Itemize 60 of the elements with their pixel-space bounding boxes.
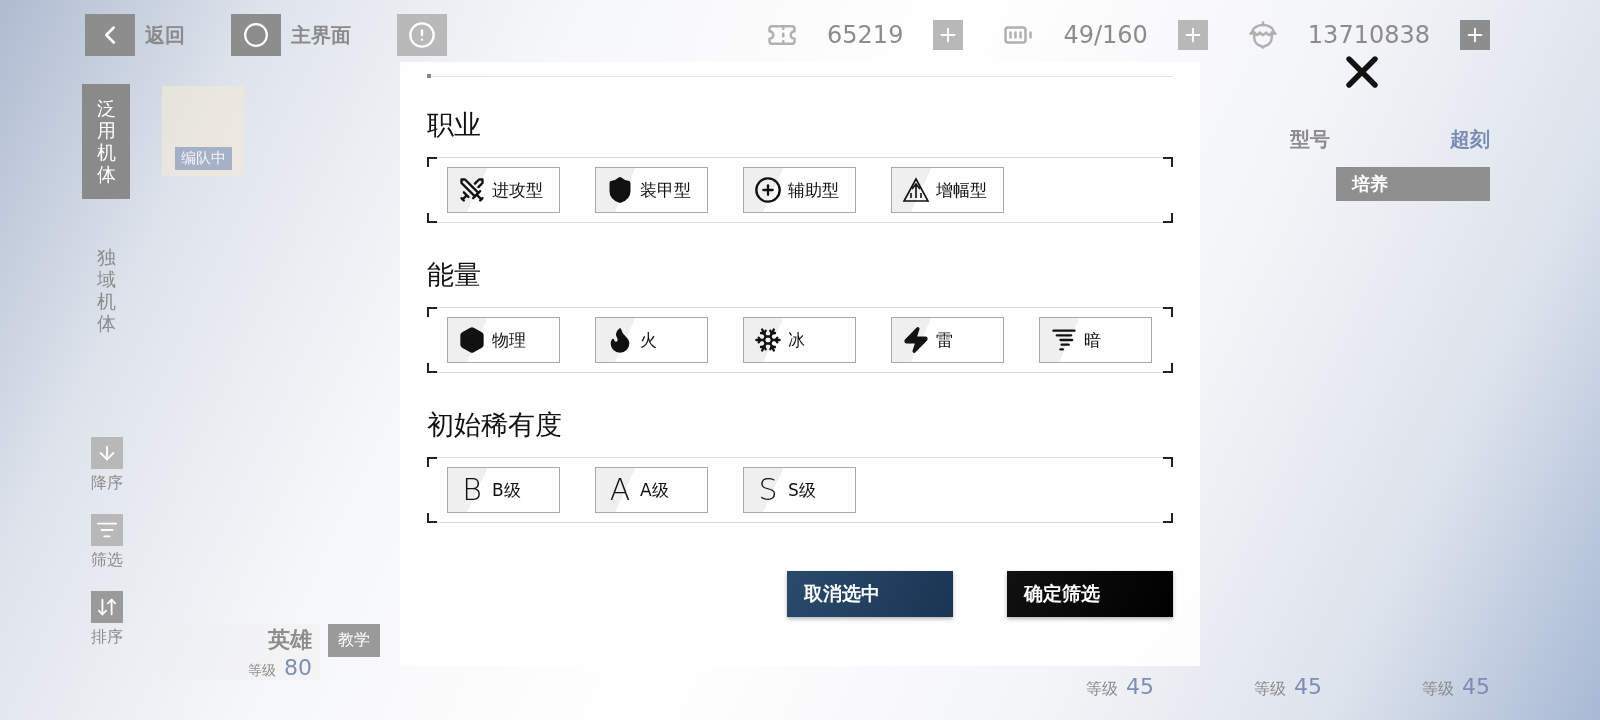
level-label: 等级 <box>1422 679 1454 700</box>
add-button[interactable] <box>1177 20 1208 50</box>
hexagon-icon <box>458 326 486 354</box>
snowflake-icon <box>754 326 782 354</box>
filter-option[interactable]: 物理 <box>447 317 560 363</box>
hero-name: 英雄 <box>268 625 312 654</box>
corner-bracket <box>427 307 437 317</box>
sword-icon <box>458 176 486 204</box>
filter-option[interactable]: 辅助型 <box>743 167 856 213</box>
add-button[interactable] <box>1460 20 1490 50</box>
corner-bracket <box>427 363 437 373</box>
level-label: 等级 <box>248 661 276 680</box>
confirm-filter-button[interactable]: 确定筛选 <box>1007 571 1173 617</box>
corner-bracket <box>1163 513 1173 523</box>
lightning-icon <box>902 326 930 354</box>
home-button[interactable] <box>231 14 281 56</box>
back-button[interactable] <box>85 14 135 56</box>
corner-bracket <box>1163 363 1173 373</box>
filter-option[interactable]: B B级 <box>447 467 560 513</box>
info-button[interactable] <box>397 14 447 56</box>
corner-bracket <box>1163 213 1173 223</box>
rarity-letter: S <box>757 475 779 505</box>
filter-option[interactable]: 进攻型 <box>447 167 560 213</box>
resource-count: 49/160 <box>1063 21 1148 49</box>
level-label: 等级 <box>1086 679 1118 700</box>
section-title: 职业 <box>427 108 482 142</box>
resource-count: 65219 <box>827 21 904 49</box>
rarity-letter: A <box>608 475 632 505</box>
rarity-letter: B <box>461 475 483 505</box>
resource-count: 13710838 <box>1307 21 1430 49</box>
alert-icon <box>408 21 436 49</box>
corner-bracket <box>427 157 437 167</box>
filter-option[interactable]: 暗 <box>1039 317 1152 363</box>
tutorial-tag: 教学 <box>328 624 380 657</box>
filter-option[interactable]: 雷 <box>891 317 1004 363</box>
filter-option[interactable]: 装甲型 <box>595 167 708 213</box>
corner-bracket <box>1163 457 1173 467</box>
corner-bracket <box>1163 157 1173 167</box>
triangle-arrow-icon <box>902 176 930 204</box>
add-button[interactable] <box>933 20 964 50</box>
corner-bracket <box>427 513 437 523</box>
section-title: 能量 <box>427 258 482 292</box>
corner-bracket <box>427 213 437 223</box>
level-value: 45 <box>1462 674 1490 699</box>
level-label: 等级 <box>1254 679 1286 700</box>
circle-icon <box>243 22 269 48</box>
filter-option[interactable]: 增幅型 <box>891 167 1004 213</box>
filter-option[interactable]: 火 <box>595 317 708 363</box>
corner-bracket <box>1163 307 1173 317</box>
filter-option[interactable]: 冰 <box>743 317 856 363</box>
section-title: 初始稀有度 <box>427 408 563 442</box>
level-value: 45 <box>1126 674 1154 699</box>
corner-bracket <box>427 457 437 467</box>
level-value: 45 <box>1294 674 1322 699</box>
formation-badge: 编队中 <box>174 147 232 170</box>
clear-selection-button[interactable]: 取消选中 <box>787 571 953 617</box>
filter-option[interactable]: A A级 <box>595 467 708 513</box>
level-value: 80 <box>284 654 312 680</box>
plus-circle-icon <box>754 176 782 204</box>
filter-option[interactable]: S S级 <box>743 467 856 513</box>
